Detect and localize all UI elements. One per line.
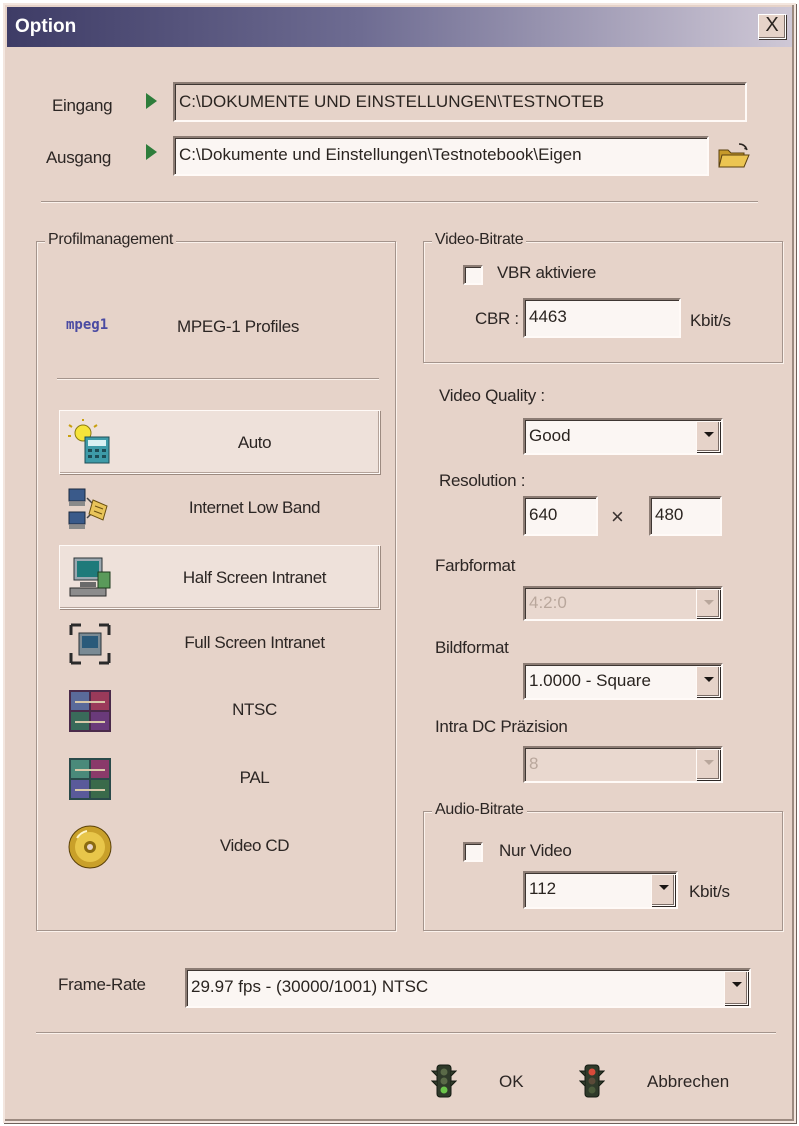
resolution-label: Resolution :	[439, 471, 526, 490]
resolution-width-input[interactable]: 640	[523, 496, 598, 536]
chevron-down-icon[interactable]	[651, 874, 675, 906]
output-arrow-icon	[146, 144, 157, 160]
vbr-checkbox[interactable]	[463, 265, 483, 285]
chevron-down-icon[interactable]	[696, 749, 720, 780]
audio-bitrate-unit: Kbit/s	[689, 882, 730, 901]
bildformat-value: 1.0000 - Square	[529, 671, 651, 690]
video-bitrate-title: Video-Bitrate	[432, 231, 527, 249]
ntsc-icon	[67, 688, 113, 734]
resolution-times-sign: ×	[611, 504, 624, 529]
cbr-input[interactable]: 4463	[523, 298, 681, 338]
profile-item-full-screen-intranet[interactable]: Full Screen Intranet	[59, 613, 380, 677]
profile-label-internet-low-band: Internet Low Band	[188, 498, 321, 517]
profile-label-half-screen-intranet: Half Screen Intranet	[182, 568, 327, 587]
ok-label: OK	[499, 1072, 524, 1091]
output-path-field[interactable]: C:\Dokumente und Einstellungen\Testnoteb…	[173, 136, 709, 176]
profile-label-full-screen-intranet: Full Screen Intranet	[184, 633, 325, 652]
window-title: Option	[15, 16, 77, 37]
mpeg1-badge: mpeg1	[66, 317, 109, 333]
farbformat-value: 4:2:0	[529, 593, 567, 612]
video-quality-value: Good	[529, 426, 571, 445]
chevron-down-icon[interactable]	[696, 421, 720, 452]
intra-dc-label: Intra DC Präzision	[435, 717, 568, 736]
resolution-height-input[interactable]: 480	[649, 496, 722, 536]
chevron-down-icon[interactable]	[696, 666, 720, 697]
bildformat-select[interactable]: 1.0000 - Square	[523, 663, 723, 700]
folder-open-icon[interactable]	[717, 142, 751, 170]
audio-bitrate-title: Audio-Bitrate	[432, 801, 527, 819]
close-button[interactable]: X	[758, 14, 786, 39]
profile-item-pal[interactable]: PAL	[59, 748, 380, 812]
chevron-down-icon[interactable]	[724, 971, 748, 1005]
profile-item-video-cd[interactable]: Video CD	[59, 816, 380, 880]
option-dialog: Option X Eingang C:\DOKUMENTE UND EINSTE…	[3, 3, 796, 1123]
cancel-label: Abbrechen	[647, 1072, 730, 1091]
audio-bitrate-select[interactable]: 112	[523, 871, 678, 909]
vbr-label: VBR aktiviere	[497, 263, 597, 282]
frame-rate-value: 29.97 fps - (30000/1001) NTSC	[191, 977, 429, 996]
video-quality-select[interactable]: Good	[523, 418, 723, 455]
input-path-field[interactable]: C:\DOKUMENTE UND EINSTELLUNGEN\TESTNOTEB	[173, 82, 747, 122]
video-cd-icon	[67, 824, 113, 870]
profile-item-ntsc[interactable]: NTSC	[59, 680, 380, 744]
farbformat-select[interactable]: 4:2:0	[523, 586, 723, 621]
profile-category-label: MPEG-1 Profiles	[177, 317, 300, 336]
profile-label-ntsc: NTSC	[232, 700, 277, 719]
intra-dc-value: 8	[529, 754, 539, 773]
auto-wizard-icon	[68, 419, 114, 465]
close-icon: X	[765, 14, 779, 36]
profile-label-pal: PAL	[239, 768, 270, 787]
cancel-button[interactable]: Abbrechen	[573, 1063, 763, 1103]
farbformat-label: Farbformat	[435, 556, 516, 575]
ok-button[interactable]: OK	[425, 1063, 545, 1103]
bottom-divider	[36, 1032, 776, 1034]
input-arrow-icon	[146, 93, 157, 109]
bildformat-label: Bildformat	[435, 638, 509, 657]
profile-item-auto[interactable]: Auto	[59, 410, 380, 474]
profile-management-title: Profilmanagement	[45, 231, 177, 249]
cbr-unit: Kbit/s	[690, 311, 731, 330]
intra-dc-select[interactable]: 8	[523, 746, 723, 783]
only-video-checkbox[interactable]	[463, 842, 483, 862]
video-quality-label: Video Quality :	[439, 386, 545, 405]
output-label: Ausgang	[46, 148, 112, 167]
profile-divider	[57, 378, 379, 380]
input-label: Eingang	[52, 96, 113, 115]
audio-bitrate-value: 112	[529, 879, 557, 898]
top-divider	[41, 201, 758, 203]
half-screen-icon	[68, 554, 114, 600]
pal-icon	[67, 756, 113, 802]
full-screen-icon	[67, 621, 113, 667]
frame-rate-label: Frame-Rate	[58, 975, 146, 994]
profile-label-video-cd: Video CD	[219, 836, 290, 855]
profile-item-half-screen-intranet[interactable]: Half Screen Intranet	[59, 545, 380, 609]
profile-item-internet-low-band[interactable]: Internet Low Band	[59, 478, 380, 542]
profile-label-auto: Auto	[237, 433, 272, 452]
chevron-down-icon[interactable]	[696, 589, 720, 618]
frame-rate-select[interactable]: 29.97 fps - (30000/1001) NTSC	[185, 968, 751, 1008]
network-computers-icon	[67, 486, 113, 532]
cbr-label: CBR :	[475, 309, 519, 328]
traffic-light-icon	[430, 1063, 458, 1104]
only-video-label: Nur Video	[499, 841, 572, 860]
traffic-light-icon	[578, 1063, 606, 1104]
title-bar[interactable]: Option X	[7, 7, 792, 47]
